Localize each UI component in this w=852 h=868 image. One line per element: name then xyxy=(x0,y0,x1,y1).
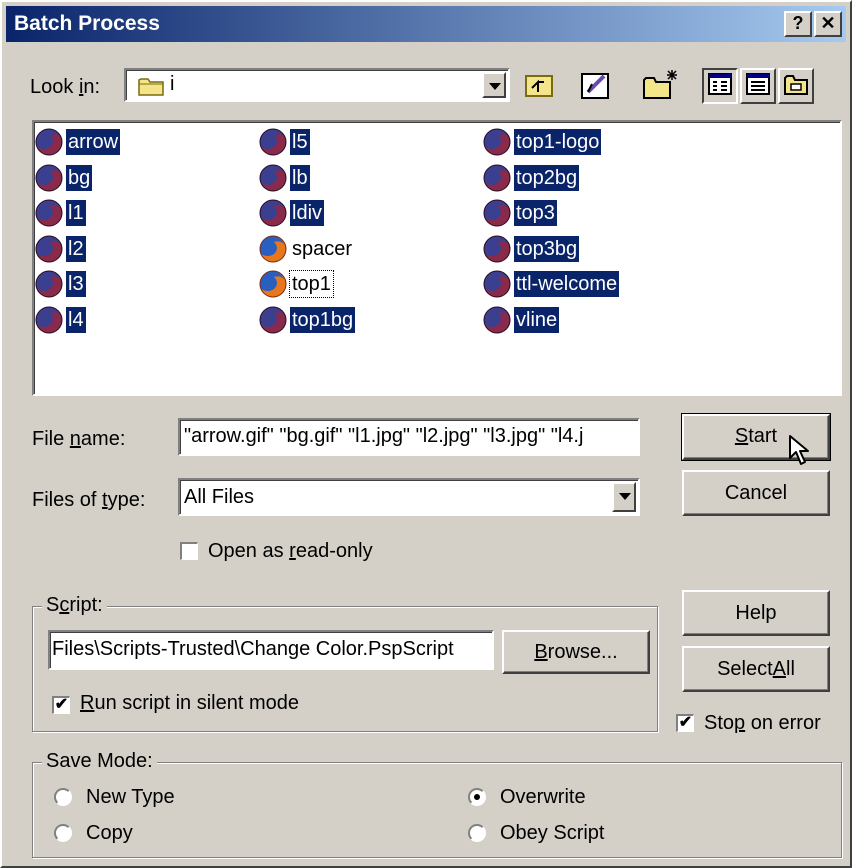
browser-file-icon xyxy=(258,234,288,264)
file-item-name: lb xyxy=(290,164,310,191)
save-mode-legend: Save Mode: xyxy=(42,750,157,773)
files-of-type-select[interactable]: All Files xyxy=(178,478,640,516)
script-path-value: Files\Scripts-Trusted\Change Color.PspSc… xyxy=(52,638,454,660)
stop-on-error-label[interactable]: Stop on error xyxy=(704,712,821,735)
up-folder-icon xyxy=(525,75,553,97)
desktop-icon xyxy=(581,73,609,99)
new-type-label[interactable]: New Type xyxy=(86,786,175,809)
select-all-button[interactable]: Select All xyxy=(682,646,830,692)
check-icon: ✔ xyxy=(678,714,693,731)
close-title-button[interactable]: ✕ xyxy=(814,11,842,37)
file-item-name: top2bg xyxy=(514,164,580,191)
files-of-type-dropdown-button[interactable] xyxy=(612,482,636,512)
mouse-cursor-icon xyxy=(789,435,809,465)
file-list[interactable] xyxy=(32,120,842,396)
browser-file-icon xyxy=(482,198,512,228)
window-title: Batch Process xyxy=(14,12,160,35)
new-folder-icon xyxy=(643,70,677,99)
silent-mode-checkbox[interactable]: ✔ xyxy=(52,696,70,714)
stop-on-error-checkbox[interactable]: ✔ xyxy=(676,714,694,732)
file-item-name: l2 xyxy=(66,235,86,262)
file-item-name: top3bg xyxy=(514,235,580,262)
files-of-type-value: All Files xyxy=(184,486,255,508)
file-name-input[interactable]: "arrow.gif" "bg.gif" "l1.jpg" "l2.jpg" "… xyxy=(178,418,640,456)
cancel-button[interactable]: Cancel xyxy=(682,470,830,516)
read-only-label[interactable]: Open as read-only xyxy=(208,540,373,563)
script-path-input[interactable]: Files\Scripts-Trusted\Change Color.PspSc… xyxy=(48,630,494,670)
overwrite-label[interactable]: Overwrite xyxy=(500,786,586,809)
file-item-name: ttl-welcome xyxy=(514,271,620,297)
look-in-label: Look in: xyxy=(30,76,101,98)
browser-file-icon xyxy=(482,234,512,264)
file-item-name: top1 xyxy=(289,270,334,298)
browser-file-icon xyxy=(34,163,64,193)
file-item-name: bg xyxy=(66,164,93,191)
browser-file-icon xyxy=(34,127,64,157)
file-item-name: top1-logo xyxy=(514,129,602,155)
details-view-icon xyxy=(746,73,770,95)
browser-file-icon xyxy=(482,127,512,157)
help-button[interactable]: Help xyxy=(682,590,830,636)
obey-script-label[interactable]: Obey Script xyxy=(500,822,604,845)
file-name-value: "arrow.gif" "bg.gif" "l1.jpg" "l2.jpg" "… xyxy=(184,425,584,447)
look-in-combobox[interactable]: i xyxy=(124,68,510,102)
browser-file-icon xyxy=(258,163,288,193)
browser-file-icon xyxy=(258,305,288,335)
batch-process-dialog: Batch Process ? ✕ Look in: i arrow bg l1… xyxy=(0,0,852,868)
thumbnails-view-button[interactable] xyxy=(778,68,814,104)
overwrite-radio[interactable] xyxy=(468,788,486,806)
up-one-level-button[interactable] xyxy=(522,68,558,104)
desktop-button[interactable] xyxy=(578,68,614,104)
files-of-type-label: Files of type: xyxy=(32,489,146,511)
file-item-name: arrow xyxy=(66,129,121,155)
silent-mode-label[interactable]: Run script in silent mode xyxy=(80,692,299,715)
list-view-icon xyxy=(708,73,732,95)
script-legend: Script: xyxy=(42,594,107,617)
file-item-name: l3 xyxy=(66,271,86,297)
browser-file-icon xyxy=(34,305,64,335)
file-item-name: spacer xyxy=(292,237,353,260)
browser-file-icon xyxy=(482,163,512,193)
browser-file-icon xyxy=(482,305,512,335)
obey-script-radio[interactable] xyxy=(468,824,486,842)
file-item-name: l4 xyxy=(66,306,86,333)
file-item-name: l1 xyxy=(66,200,86,226)
file-item-name: top3 xyxy=(514,200,557,226)
look-in-dropdown-button[interactable] xyxy=(482,72,506,98)
browser-file-icon xyxy=(34,234,64,264)
file-item-name: l5 xyxy=(290,129,310,155)
folder-icon xyxy=(138,78,164,96)
file-item-name: ldiv xyxy=(290,200,325,226)
question-icon: ? xyxy=(792,13,804,33)
help-title-button[interactable]: ? xyxy=(784,11,812,37)
browser-file-icon xyxy=(258,269,288,299)
start-button[interactable]: Start xyxy=(681,413,831,465)
browser-file-icon xyxy=(258,127,288,157)
browser-file-icon xyxy=(34,198,64,228)
copy-radio[interactable] xyxy=(54,824,72,842)
check-icon: ✔ xyxy=(54,696,69,713)
title-bar[interactable]: Batch Process ? ✕ xyxy=(6,6,846,42)
list-view-button[interactable] xyxy=(702,68,738,104)
file-item-name: vline xyxy=(514,306,560,333)
details-view-button[interactable] xyxy=(740,68,776,104)
browse-button[interactable]: Browse... xyxy=(502,630,650,674)
thumbnails-icon xyxy=(784,75,808,95)
browser-file-icon xyxy=(482,269,512,299)
copy-label[interactable]: Copy xyxy=(86,822,133,845)
browser-file-icon xyxy=(34,269,64,299)
read-only-checkbox[interactable] xyxy=(180,542,198,560)
browser-file-icon xyxy=(258,198,288,228)
new-type-radio[interactable] xyxy=(54,788,72,806)
file-item-name: top1bg xyxy=(290,306,356,333)
close-icon: ✕ xyxy=(820,13,836,33)
look-in-value: i xyxy=(170,73,175,95)
create-new-folder-button[interactable] xyxy=(642,68,678,104)
save-mode-group xyxy=(32,762,842,858)
file-name-label: File name: xyxy=(32,428,126,450)
